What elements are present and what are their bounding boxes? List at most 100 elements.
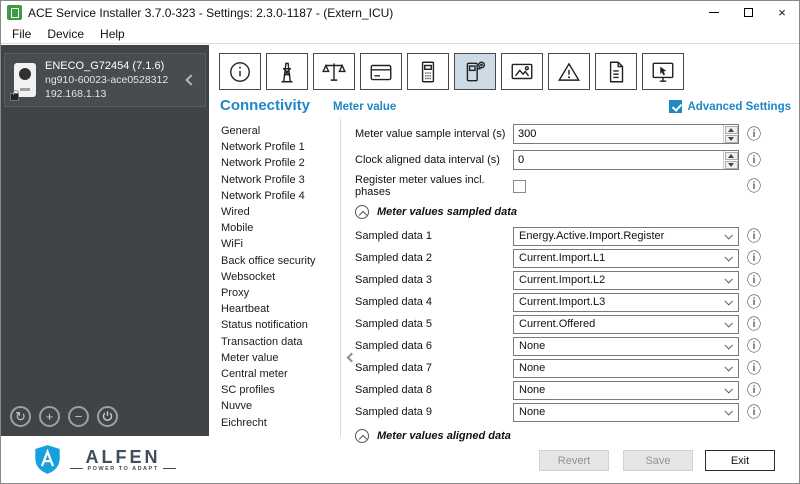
info-icon[interactable]: ⓘ	[747, 295, 761, 309]
info-icon[interactable]: ⓘ	[747, 153, 761, 167]
register-phases-checkbox[interactable]	[513, 179, 526, 193]
info-icon[interactable]: ⓘ	[747, 383, 761, 397]
scales-icon	[322, 62, 346, 81]
refresh-devices-button[interactable]: ↻	[10, 406, 31, 427]
app-icon	[7, 5, 22, 20]
nav-item-wifi[interactable]: WiFi	[221, 236, 339, 252]
info-icon[interactable]: ⓘ	[747, 317, 761, 331]
sample-interval-value[interactable]	[514, 125, 723, 143]
sampled-data-section-header[interactable]: Meter values sampled data	[341, 199, 793, 225]
info-icon[interactable]: ⓘ	[747, 339, 761, 353]
clock-aligned-input[interactable]	[513, 150, 739, 170]
nav-item-sc-profiles[interactable]: SC profiles	[221, 382, 339, 398]
nav-item-proxy[interactable]: Proxy	[221, 285, 339, 301]
device-collapse-icon[interactable]	[185, 74, 197, 86]
sampled-data-9-select[interactable]: None	[513, 402, 739, 422]
save-button[interactable]: Save	[623, 450, 693, 471]
power-button[interactable]	[97, 406, 118, 427]
selected-value: None	[519, 340, 546, 352]
spin-up-button[interactable]	[724, 125, 738, 134]
image-icon	[511, 63, 533, 79]
device-code: ng910-60023-ace0528312	[45, 74, 169, 86]
sampled-data-6-select[interactable]: None	[513, 336, 739, 356]
toolbar-grid-power-button[interactable]	[266, 53, 308, 90]
nav-item-network-profile-4[interactable]: Network Profile 4	[221, 188, 339, 204]
toolbar-display-button[interactable]	[501, 53, 543, 90]
nav-item-websocket[interactable]: Websocket	[221, 269, 339, 285]
info-icon[interactable]: ⓘ	[747, 405, 761, 419]
sampled-data-4-select[interactable]: Current.Import.L3	[513, 292, 739, 312]
nav-item-heartbeat[interactable]: Heartbeat	[221, 301, 339, 317]
info-icon[interactable]: ⓘ	[747, 273, 761, 287]
sampled-data-5-select[interactable]: Current.Offered	[513, 314, 739, 334]
menu-help[interactable]: Help	[92, 25, 133, 43]
info-icon[interactable]: ⓘ	[747, 179, 761, 193]
device-list-item[interactable]: ENECO_G72454 (7.1.6) ng910-60023-ace0528…	[4, 53, 206, 107]
nav-item-wired[interactable]: Wired	[221, 204, 339, 220]
sampled-data-row: Sampled data 9 None ⓘ	[341, 401, 793, 423]
advanced-settings-toggle[interactable]: Advanced Settings	[669, 100, 791, 113]
add-device-button[interactable]: +	[39, 406, 60, 427]
sampled-data-row: Sampled data 4 Current.Import.L3 ⓘ	[341, 291, 793, 313]
nav-item-network-profile-3[interactable]: Network Profile 3	[221, 172, 339, 188]
remove-device-button[interactable]: −	[68, 406, 89, 427]
menu-file[interactable]: File	[4, 25, 39, 43]
collapse-up-icon[interactable]	[355, 205, 369, 219]
refresh-icon: ↻	[15, 409, 26, 424]
nav-item-eichrecht[interactable]: Eichrecht	[221, 415, 339, 431]
maximize-button[interactable]	[731, 1, 765, 24]
charger-device-icon	[10, 63, 36, 101]
revert-button[interactable]: Revert	[539, 450, 609, 471]
close-button[interactable]: ×	[765, 1, 799, 24]
nav-item-meter-value[interactable]: Meter value	[221, 350, 357, 366]
toolbar-payment-terminal-button[interactable]	[407, 53, 449, 90]
advanced-settings-checkbox[interactable]	[669, 100, 683, 113]
alfen-shield-icon	[35, 445, 61, 474]
sampled-data-row: Sampled data 1 Energy.Active.Import.Regi…	[341, 225, 793, 247]
info-icon[interactable]: ⓘ	[747, 251, 761, 265]
toolbar-rfid-card-button[interactable]	[360, 53, 402, 90]
nav-item-nuvve[interactable]: Nuvve	[221, 398, 339, 414]
sampled-data-row: Sampled data 3 Current.Import.L2 ⓘ	[341, 269, 793, 291]
nav-item-transaction-data[interactable]: Transaction data	[221, 334, 339, 350]
sampled-data-8-select[interactable]: None	[513, 380, 739, 400]
collapse-up-icon[interactable]	[355, 429, 369, 443]
toolbar-load-balancing-button[interactable]	[313, 53, 355, 90]
field-label: Sampled data 8	[355, 384, 433, 396]
spin-down-button[interactable]	[724, 134, 738, 143]
window-controls: ×	[697, 1, 799, 24]
spin-up-button[interactable]	[724, 151, 738, 160]
nav-item-general[interactable]: General	[221, 123, 339, 139]
alfen-logo: ALFEN POWER TO ADAPT	[1, 436, 209, 483]
toolbar-warnings-button[interactable]	[548, 53, 590, 90]
toolbar-logging-button[interactable]	[595, 53, 637, 90]
toolbar-info-button[interactable]	[219, 53, 261, 90]
aligned-data-section-header[interactable]: Meter values aligned data	[341, 423, 793, 449]
nav-item-central-meter[interactable]: Central meter	[221, 366, 339, 382]
sampled-data-3-select[interactable]: Current.Import.L2	[513, 270, 739, 290]
sampled-data-7-select[interactable]: None	[513, 358, 739, 378]
sampled-data-row: Sampled data 2 Current.Import.L1 ⓘ	[341, 247, 793, 269]
brand-tagline: POWER TO ADAPT	[87, 465, 159, 472]
nav-item-back-office-security[interactable]: Back office security	[221, 253, 339, 269]
nav-item-status-notification[interactable]: Status notification	[221, 317, 339, 333]
clock-aligned-value[interactable]	[514, 151, 723, 169]
spin-down-button[interactable]	[724, 160, 738, 169]
nav-item-mobile[interactable]: Mobile	[221, 220, 339, 236]
minimize-button[interactable]	[697, 1, 731, 24]
minus-icon: −	[74, 409, 83, 424]
exit-button[interactable]: Exit	[705, 450, 775, 471]
nav-item-network-profile-1[interactable]: Network Profile 1	[221, 139, 339, 155]
toolbar-charge-point-button[interactable]	[454, 53, 496, 90]
info-icon[interactable]: ⓘ	[747, 229, 761, 243]
info-icon[interactable]: ⓘ	[747, 361, 761, 375]
info-icon[interactable]: ⓘ	[747, 127, 761, 141]
sampled-data-1-select[interactable]: Energy.Active.Import.Register	[513, 226, 739, 246]
menu-device[interactable]: Device	[39, 25, 92, 43]
toolbar-remote-session-button[interactable]	[642, 53, 684, 90]
field-label: Register meter values incl. phases	[355, 174, 485, 198]
spinner-buttons	[723, 151, 738, 169]
sample-interval-input[interactable]	[513, 124, 739, 144]
nav-item-network-profile-2[interactable]: Network Profile 2	[221, 155, 339, 171]
sampled-data-2-select[interactable]: Current.Import.L1	[513, 248, 739, 268]
